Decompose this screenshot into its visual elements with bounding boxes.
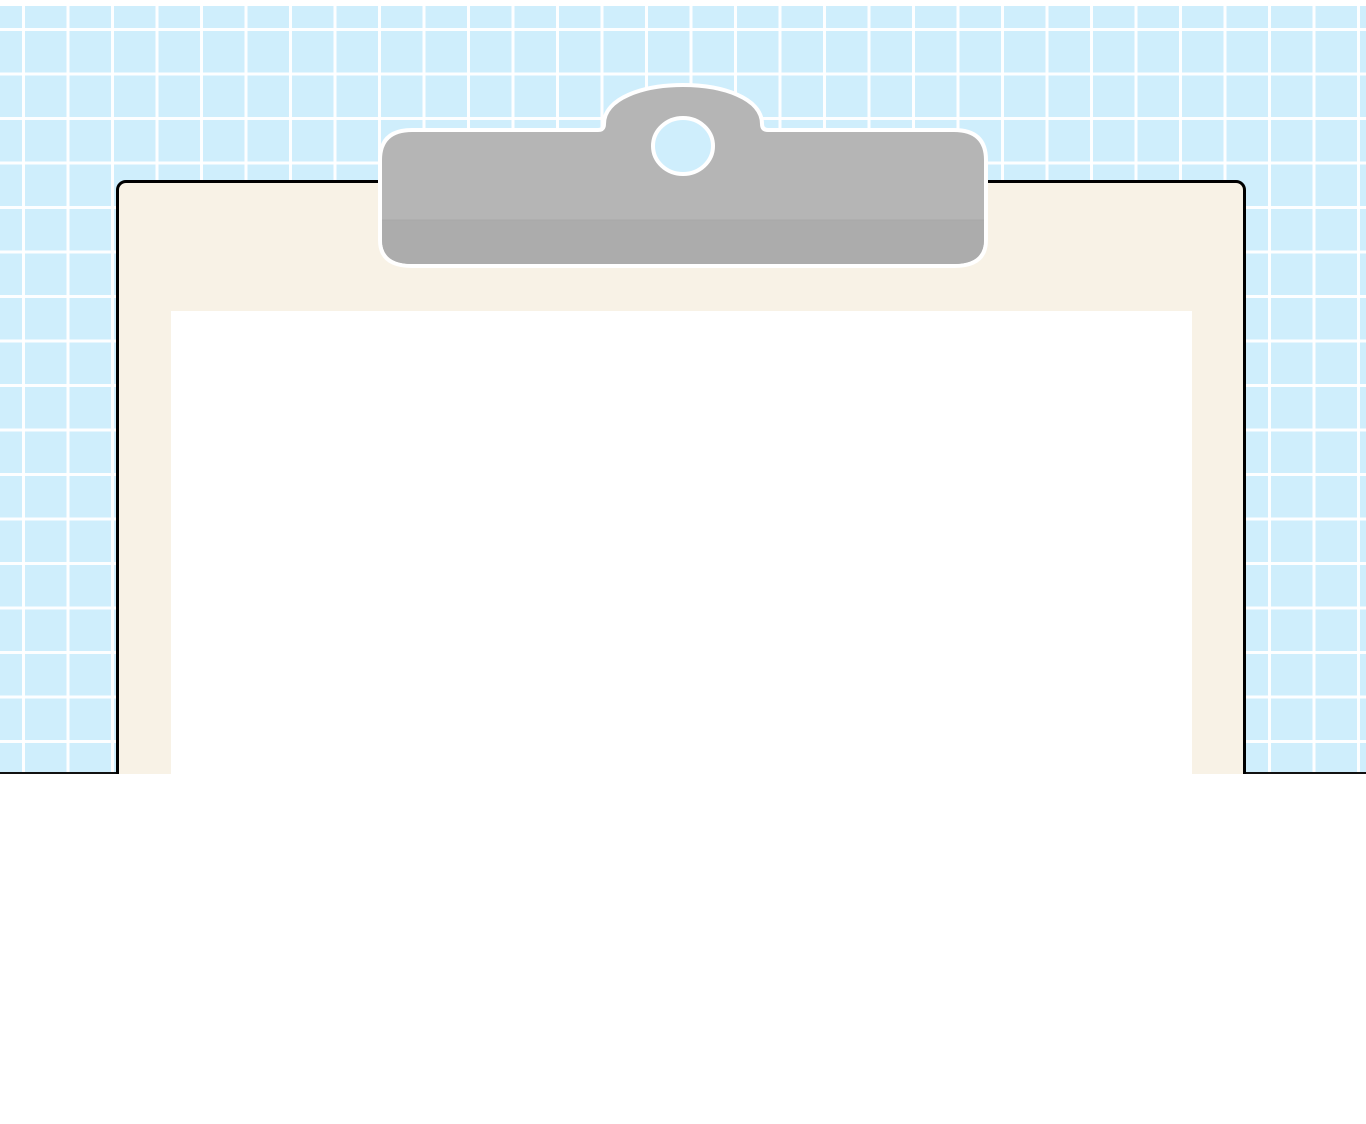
clipboard-clip-icon [376,72,990,272]
clipboard-paper-sheet [171,311,1192,774]
lower-blank-area [0,774,1366,1124]
clipboard-scene [0,0,1366,1124]
ring-hole-icon [651,116,715,176]
